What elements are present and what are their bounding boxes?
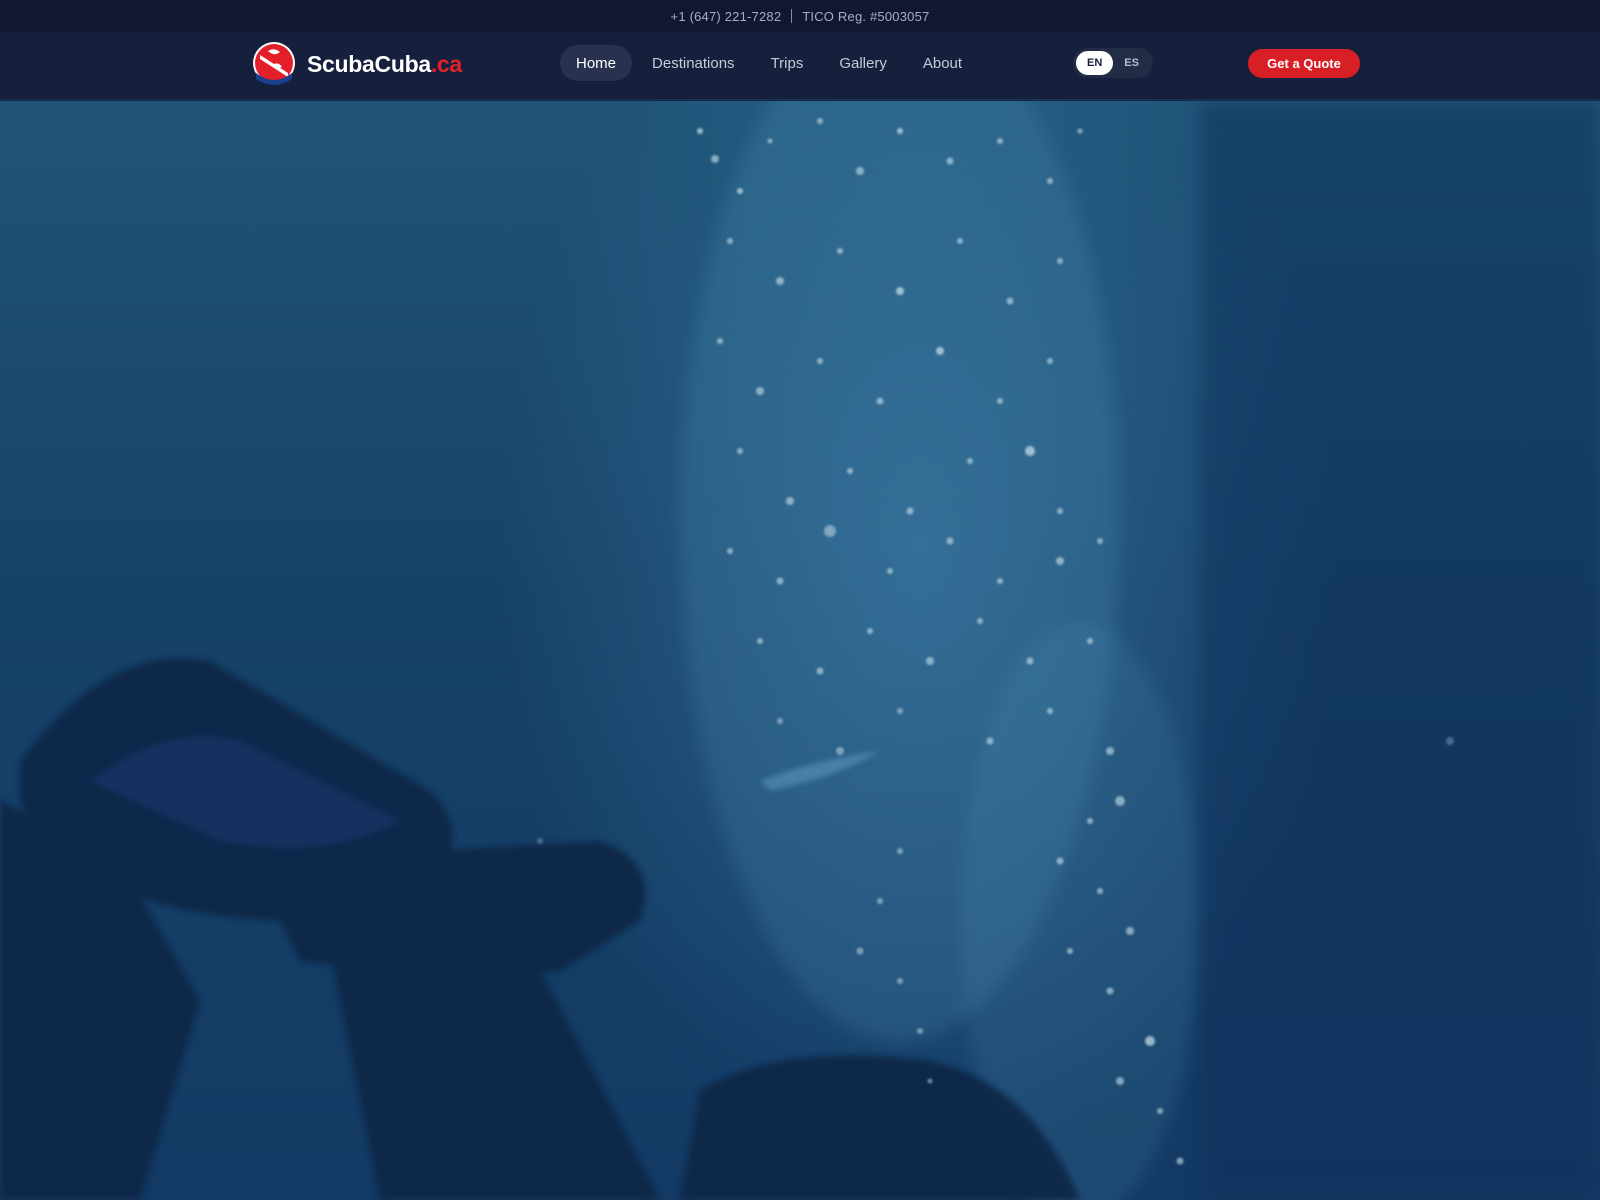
dive-flag-logo-icon [253, 42, 295, 85]
tico-registration: TICO Reg. #5003057 [802, 8, 930, 24]
nav-item-destinations[interactable]: Destinations [636, 45, 751, 81]
nav-item-gallery[interactable]: Gallery [823, 45, 903, 81]
top-info-bar: +1 (647) 221-7282 TICO Reg. #5003057 [0, 0, 1600, 32]
language-switcher: EN ES [1073, 48, 1153, 78]
brand-tld: .ca [430, 50, 462, 77]
brand-name: ScubaCuba.ca [307, 51, 462, 78]
phone-number[interactable]: +1 (647) 221-7282 [671, 9, 782, 24]
brand-main: ScubaCuba [307, 50, 431, 77]
nav-item-home[interactable]: Home [560, 45, 633, 81]
get-quote-button[interactable]: Get a Quote [1248, 49, 1360, 78]
primary-nav: Home Destinations Trips Gallery About [560, 45, 982, 81]
divider [791, 9, 793, 23]
main-navbar: ScubaCuba.ca Home Destinations Trips Gal… [0, 32, 1600, 100]
lang-es-button[interactable]: ES [1113, 51, 1150, 75]
underwater-scene-image [0, 101, 1600, 1200]
lang-en-button[interactable]: EN [1076, 51, 1114, 75]
nav-item-about[interactable]: About [907, 45, 978, 81]
hero-background-image [0, 101, 1600, 1200]
nav-item-trips[interactable]: Trips [755, 45, 820, 81]
site-logo[interactable]: ScubaCuba.ca [252, 41, 462, 87]
